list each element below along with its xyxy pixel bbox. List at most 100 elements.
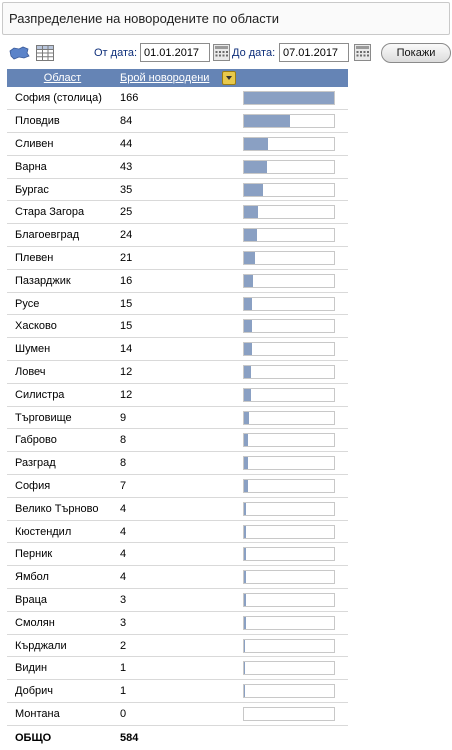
birth-count: 44 bbox=[118, 132, 243, 156]
region-name: София (столица) bbox=[7, 87, 118, 111]
bar-cell bbox=[243, 474, 348, 498]
table-row: Кърджали 2 bbox=[7, 634, 348, 658]
count-bar bbox=[243, 228, 335, 243]
bar-cell bbox=[243, 497, 348, 521]
count-bar-fill bbox=[244, 274, 253, 287]
birth-count: 3 bbox=[118, 611, 243, 635]
birth-count: 12 bbox=[118, 360, 243, 384]
births-by-region-table: Област Брой новородени София (столица) 16… bbox=[7, 69, 348, 747]
birth-count: 1 bbox=[118, 679, 243, 704]
table-row: Варна 43 bbox=[7, 155, 348, 179]
birth-count: 4 bbox=[118, 520, 243, 544]
count-bar bbox=[243, 410, 335, 425]
count-bar-fill bbox=[244, 115, 290, 128]
birth-count: 15 bbox=[118, 314, 243, 339]
table-row: Плевен 21 bbox=[7, 246, 348, 270]
bar-cell bbox=[243, 132, 348, 156]
count-bar-fill bbox=[244, 297, 253, 310]
region-name: Ямбол bbox=[7, 565, 118, 590]
count-bar bbox=[243, 159, 335, 174]
sort-dropdown-icon[interactable] bbox=[222, 71, 236, 85]
region-name: Монтана bbox=[7, 702, 118, 726]
to-date-input[interactable] bbox=[279, 43, 349, 62]
region-name: Добрич bbox=[7, 679, 118, 704]
to-date-label: До дата: bbox=[232, 47, 276, 59]
total-row: ОБЩО 584 bbox=[7, 725, 348, 747]
count-bar-fill bbox=[244, 616, 246, 629]
table-row: Пловдив 84 bbox=[7, 109, 348, 134]
region-name: Смолян bbox=[7, 611, 118, 635]
region-name: Хасково bbox=[7, 314, 118, 339]
count-bar-fill bbox=[244, 343, 252, 356]
region-name: Ловеч bbox=[7, 360, 118, 384]
table-header: Област Брой новородени bbox=[7, 69, 348, 87]
birth-count: 16 bbox=[118, 269, 243, 293]
region-name: Велико Търново bbox=[7, 497, 118, 521]
region-column-header[interactable]: Област bbox=[7, 69, 118, 87]
table-row: София 7 bbox=[7, 474, 348, 498]
count-bar-fill bbox=[244, 183, 263, 196]
count-bar-fill bbox=[244, 92, 334, 105]
count-bar bbox=[243, 250, 335, 265]
birth-count: 0 bbox=[118, 702, 243, 726]
count-bar bbox=[243, 592, 335, 607]
table-row: Велико Търново 4 bbox=[7, 497, 348, 521]
bar-cell bbox=[243, 542, 348, 567]
bar-cell bbox=[243, 520, 348, 544]
bar-cell bbox=[243, 109, 348, 134]
count-column-label[interactable]: Брой новородени bbox=[120, 72, 209, 84]
table-row: Благоевград 24 bbox=[7, 223, 348, 248]
table-row: Кюстендил 4 bbox=[7, 520, 348, 544]
table-icon[interactable] bbox=[36, 45, 54, 61]
birth-count: 1 bbox=[118, 656, 243, 681]
count-bar-fill bbox=[244, 548, 247, 561]
bar-cell bbox=[243, 565, 348, 590]
birth-count: 43 bbox=[118, 155, 243, 179]
count-column-header[interactable]: Брой новородени bbox=[118, 69, 348, 87]
birth-count: 4 bbox=[118, 497, 243, 521]
count-bar-fill bbox=[244, 662, 245, 675]
table-row: Добрич 1 bbox=[7, 679, 348, 704]
from-date-label: От дата: bbox=[94, 47, 138, 59]
page-title: Разпределение на новородените по области bbox=[2, 2, 450, 35]
region-name: Шумен bbox=[7, 337, 118, 362]
count-bar bbox=[243, 319, 335, 334]
bar-cell bbox=[243, 223, 348, 248]
birth-count: 8 bbox=[118, 428, 243, 453]
table-row: Бургас 35 bbox=[7, 178, 348, 202]
region-name: Търговище bbox=[7, 406, 118, 430]
count-bar-fill bbox=[244, 229, 257, 242]
region-name: Силистра bbox=[7, 383, 118, 407]
region-name: Перник bbox=[7, 542, 118, 567]
count-bar-fill bbox=[244, 365, 251, 378]
calendar-icon[interactable] bbox=[354, 44, 371, 61]
count-bar bbox=[243, 433, 335, 448]
table-row: Видин 1 bbox=[7, 656, 348, 681]
bar-cell bbox=[243, 588, 348, 612]
map-icon[interactable] bbox=[8, 45, 30, 61]
count-bar-fill bbox=[244, 206, 258, 219]
table-row: Перник 4 bbox=[7, 542, 348, 567]
region-name: Стара Загора bbox=[7, 200, 118, 225]
bar-cell bbox=[243, 428, 348, 453]
table-row: Ловеч 12 bbox=[7, 360, 348, 384]
region-name: Плевен bbox=[7, 246, 118, 270]
birth-count: 12 bbox=[118, 383, 243, 407]
show-button[interactable]: Покажи bbox=[381, 43, 451, 63]
from-date-input[interactable] bbox=[140, 43, 210, 62]
region-name: София bbox=[7, 474, 118, 498]
count-bar bbox=[243, 684, 335, 699]
calendar-icon[interactable] bbox=[213, 44, 230, 61]
table-row: Пазарджик 16 bbox=[7, 269, 348, 293]
bar-cell bbox=[243, 360, 348, 384]
count-bar bbox=[243, 638, 335, 653]
table-row: Сливен 44 bbox=[7, 132, 348, 156]
table-row: София (столица) 166 bbox=[7, 87, 348, 111]
count-bar-fill bbox=[244, 320, 253, 333]
table-row: Разград 8 bbox=[7, 451, 348, 476]
table-row: Русе 15 bbox=[7, 292, 348, 316]
bar-cell bbox=[243, 87, 348, 111]
count-bar-fill bbox=[244, 685, 245, 698]
region-name: Сливен bbox=[7, 132, 118, 156]
count-bar bbox=[243, 296, 335, 311]
